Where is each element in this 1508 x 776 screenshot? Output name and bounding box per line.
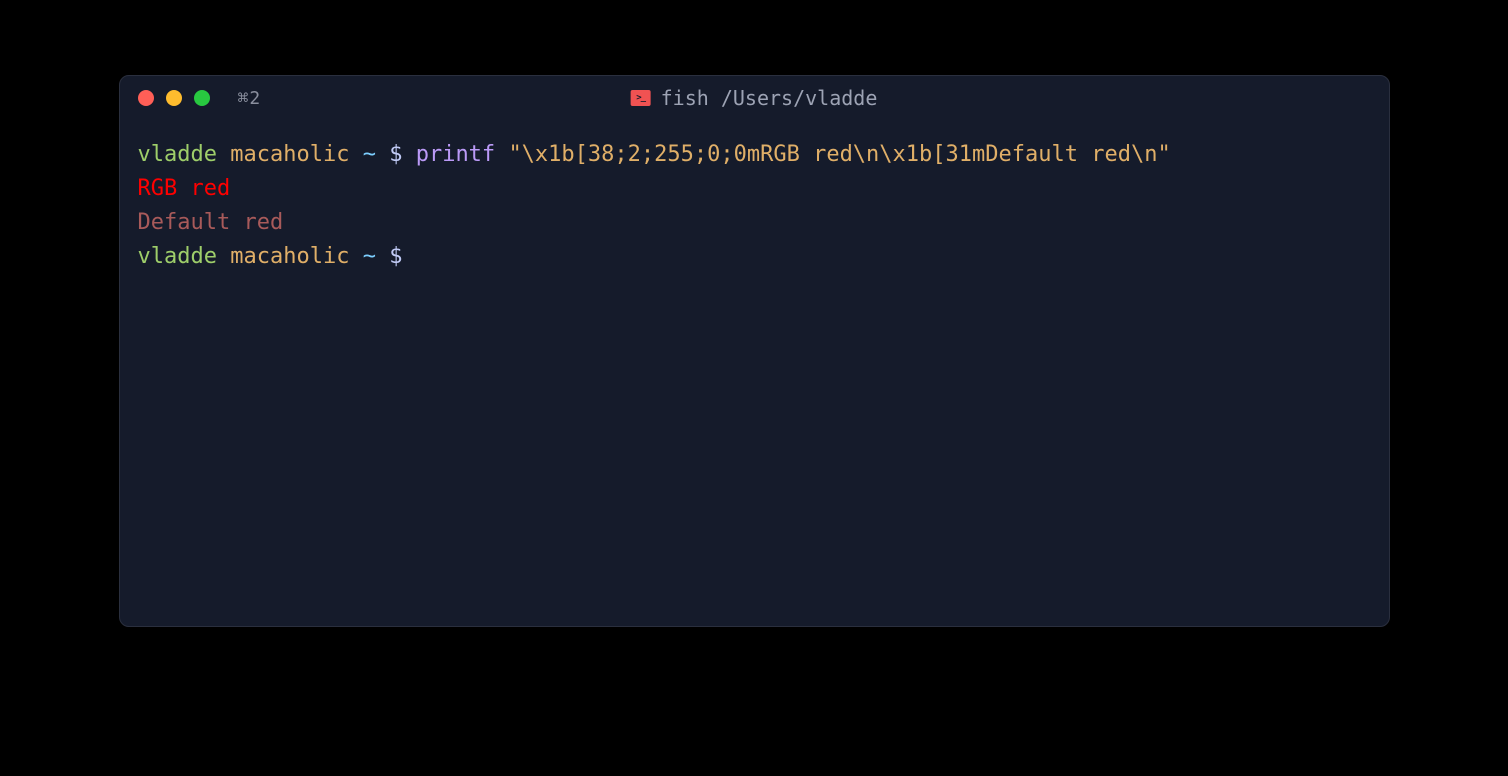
terminal-segment xyxy=(376,142,389,167)
terminal-segment: printf xyxy=(416,142,495,167)
terminal-segment xyxy=(217,142,230,167)
terminal-segment xyxy=(349,142,362,167)
terminal-segment xyxy=(402,142,415,167)
terminal-segment: Default red xyxy=(138,210,284,235)
terminal-line: vladde macaholic ~ $ xyxy=(138,240,1371,274)
window-title: fish /Users/vladde xyxy=(631,86,878,110)
terminal-body[interactable]: vladde macaholic ~ $ printf "\x1b[38;2;2… xyxy=(120,120,1389,292)
terminal-segment: macaholic xyxy=(230,142,349,167)
traffic-lights xyxy=(138,90,210,106)
terminal-segment: vladde xyxy=(138,142,217,167)
terminal-window: ⌘2 fish /Users/vladde vladde macaholic ~… xyxy=(119,75,1390,627)
terminal-segment: "\x1b[38;2;255;0;0mRGB red\n\x1b[31mDefa… xyxy=(508,142,1170,167)
terminal-segment: $ xyxy=(389,244,402,269)
terminal-segment: ~ xyxy=(363,142,376,167)
terminal-segment: vladde xyxy=(138,244,217,269)
terminal-segment xyxy=(349,244,362,269)
terminal-segment: ~ xyxy=(363,244,376,269)
terminal-line: Default red xyxy=(138,206,1371,240)
close-button[interactable] xyxy=(138,90,154,106)
terminal-segment xyxy=(217,244,230,269)
minimize-button[interactable] xyxy=(166,90,182,106)
terminal-segment: $ xyxy=(389,142,402,167)
titlebar[interactable]: ⌘2 fish /Users/vladde xyxy=(120,76,1389,120)
title-text: fish /Users/vladde xyxy=(661,86,878,110)
maximize-button[interactable] xyxy=(194,90,210,106)
terminal-line: vladde macaholic ~ $ printf "\x1b[38;2;2… xyxy=(138,138,1371,172)
tab-indicator: ⌘2 xyxy=(238,88,262,109)
shell-icon xyxy=(631,90,651,106)
terminal-segment: RGB red xyxy=(138,176,231,201)
terminal-line: RGB red xyxy=(138,172,1371,206)
terminal-segment xyxy=(495,142,508,167)
terminal-segment xyxy=(376,244,389,269)
terminal-segment: macaholic xyxy=(230,244,349,269)
